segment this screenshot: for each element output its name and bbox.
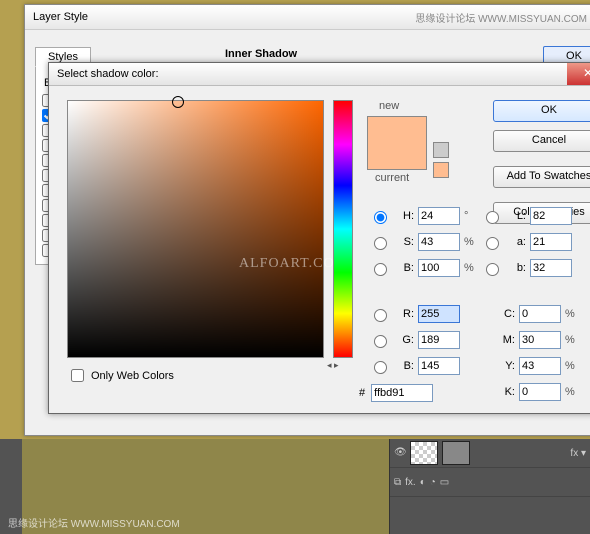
a-radio[interactable] [486, 237, 499, 250]
eye-icon[interactable]: 👁 [394, 447, 406, 459]
l-input[interactable] [530, 207, 572, 225]
c-label: C: [481, 308, 515, 320]
color-field-cursor[interactable] [172, 96, 184, 108]
adjustment-icon[interactable]: ◔ [430, 477, 436, 488]
canvas-background: 思缘设计论坛 WWW.MISSYUAN.COM 👁 fx ▾ ⧉ fx. ◐ ◔… [0, 439, 590, 534]
l-radio[interactable] [486, 211, 499, 224]
fx-button-icon[interactable]: fx. [405, 477, 416, 488]
g-label: G: [394, 334, 414, 346]
hex-row: # [359, 384, 433, 402]
a-input[interactable] [530, 233, 572, 251]
hex-label: # [359, 387, 365, 399]
k-input[interactable] [519, 383, 561, 401]
cube-icon[interactable] [433, 142, 449, 158]
k-label: K: [481, 386, 515, 398]
color-picker-titlebar: Select shadow color: ✕ [49, 63, 590, 86]
h-input[interactable] [418, 207, 460, 225]
c-input[interactable] [519, 305, 561, 323]
s-input[interactable] [418, 233, 460, 251]
hue-slider-handle[interactable]: ◂ ▸ [327, 360, 339, 371]
y-label: Y: [481, 360, 515, 372]
b-label: B: [394, 262, 414, 274]
mask-icon[interactable]: ◐ [420, 477, 426, 488]
new-color-label: new [379, 100, 399, 112]
close-button[interactable]: ✕ [567, 63, 590, 85]
layer-style-titlebar: Layer Style 思缘设计论坛 WWW.MISSYUAN.COM [25, 5, 590, 30]
hue-slider[interactable] [333, 100, 353, 358]
watermark-bottom: 思缘设计论坛 WWW.MISSYUAN.COM [8, 515, 180, 530]
b2-label: b: [506, 262, 526, 274]
add-swatches-button[interactable]: Add To Swatches [493, 166, 590, 188]
only-web-colors-row[interactable]: Only Web Colors [67, 366, 174, 385]
g-radio[interactable] [374, 335, 387, 348]
color-picker-window: Select shadow color: ✕ ALFOART.COM ◂ ▸ n… [48, 62, 590, 414]
h-label: H: [394, 210, 414, 222]
layers-footer: ⧉ fx. ◐ ◔ ▭ [390, 468, 590, 497]
color-field[interactable] [67, 100, 324, 358]
m-label: M: [481, 334, 515, 346]
only-web-colors-checkbox[interactable] [71, 369, 84, 382]
color-picker-title: Select shadow color: [57, 68, 159, 80]
l-label: L: [506, 210, 526, 222]
b3-label: B: [394, 360, 414, 372]
lab-group: L: a: b: [481, 206, 572, 284]
b-input[interactable] [418, 259, 460, 277]
link-icon[interactable]: ⧉ [394, 477, 401, 488]
folder-icon[interactable]: ▭ [440, 477, 449, 488]
only-web-colors-label: Only Web Colors [91, 370, 174, 382]
m-input[interactable] [519, 331, 561, 349]
s-label: S: [394, 236, 414, 248]
g-input[interactable] [418, 331, 460, 349]
ok-button[interactable]: OK [493, 100, 590, 122]
cmyk-group: C:% M:% Y:% K:% [481, 304, 577, 408]
s-radio[interactable] [374, 237, 387, 250]
layer-thumb [442, 441, 470, 465]
websafe-swatch-icon[interactable] [433, 162, 449, 178]
layer-style-title: Layer Style [33, 11, 88, 23]
layer-thumb [410, 441, 438, 465]
r-label: R: [394, 308, 414, 320]
color-swatch [367, 116, 427, 170]
b3-radio[interactable] [374, 361, 387, 374]
hex-input[interactable] [371, 384, 433, 402]
b2-input[interactable] [530, 259, 572, 277]
section-title: Inner Shadow [225, 48, 297, 60]
cancel-button[interactable]: Cancel [493, 130, 590, 152]
fx-icon[interactable]: fx ▾ [570, 448, 586, 459]
watermark-alfoart: ALFOART.COM [239, 256, 348, 272]
current-color-label: current [375, 172, 409, 184]
layer-row[interactable]: 👁 fx ▾ [390, 439, 590, 468]
layers-panel: 👁 fx ▾ ⧉ fx. ◐ ◔ ▭ [389, 439, 590, 534]
r-radio[interactable] [374, 309, 387, 322]
b2-radio[interactable] [486, 263, 499, 276]
b-radio[interactable] [374, 263, 387, 276]
b3-input[interactable] [418, 357, 460, 375]
r-input[interactable] [418, 305, 460, 323]
y-input[interactable] [519, 357, 561, 375]
hsb-group: H:° S:% B:% [369, 206, 476, 284]
current-color-swatch [368, 143, 426, 169]
rgb-group: R: G: B: [369, 304, 460, 382]
new-color-swatch [368, 117, 426, 143]
h-radio[interactable] [374, 211, 387, 224]
a-label: a: [506, 236, 526, 248]
watermark-top: 思缘设计论坛 WWW.MISSYUAN.COM [415, 10, 587, 25]
